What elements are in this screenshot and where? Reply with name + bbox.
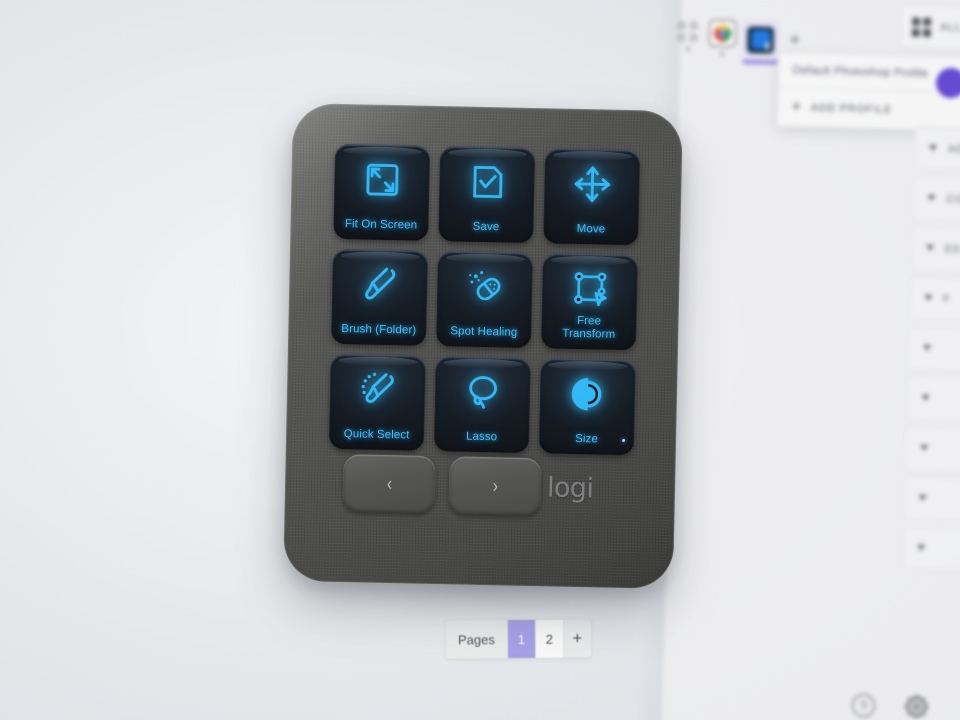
page-nav-buttons: ‹ ›	[342, 454, 542, 517]
logi-brand-logo: logi	[546, 472, 594, 505]
all-apps-button[interactable]: ALL A	[899, 4, 960, 52]
key-label: Brush (Folder)	[341, 322, 417, 337]
sidebar-section-0[interactable]: ▼ ADJ	[913, 126, 960, 175]
key-save[interactable]: Save	[438, 146, 536, 244]
grid-apps-icon	[911, 17, 932, 37]
chevron-down-icon: ▼	[924, 192, 939, 204]
add-page-button[interactable]: +	[562, 619, 592, 658]
fit-on-screen-icon	[358, 156, 405, 203]
keypad-grid: Fit On Screen Save Move Brush (Folder) S…	[328, 143, 641, 456]
pages-label: Pages	[445, 620, 508, 659]
add-profile-menu-item[interactable]: + ADD PROFILE	[777, 86, 960, 132]
page-button-1[interactable]: 1	[506, 619, 536, 659]
key-label: Lasso	[465, 430, 498, 443]
sidebar-section-2[interactable]: ▼ ED	[910, 226, 960, 274]
sidebar-section-label: ADJ	[947, 143, 960, 156]
footer-icon-group: ?	[851, 693, 960, 719]
pages-pagination: Pages 1 2 +	[445, 619, 592, 659]
all-apps-dots-button[interactable]: ▼	[677, 21, 699, 55]
chevron-down-icon: ▼	[918, 392, 933, 404]
chevron-left-icon: ‹	[386, 472, 392, 495]
sidebar-section-label: ED	[944, 243, 960, 256]
help-circle-icon[interactable]: ?	[851, 693, 876, 718]
key-size[interactable]: Size	[538, 358, 636, 456]
chevron-right-icon: ›	[492, 474, 498, 497]
chevron-down-icon: ▼	[926, 142, 940, 154]
page-button-2[interactable]: 2	[534, 619, 564, 658]
chevron-down-icon: ▼	[921, 292, 936, 304]
key-label: Size	[575, 432, 599, 446]
size-indicator-dot	[622, 438, 626, 442]
lasso-icon	[459, 369, 506, 416]
profile-dropdown-menu[interactable]: Default Photoshop Profile + ADD PROFILE	[777, 53, 960, 132]
sidebar-section-3[interactable]: ▼ F	[908, 276, 960, 324]
chevron-down-icon: ▼	[920, 342, 934, 354]
size-contrast-circle-icon	[564, 371, 611, 418]
key-brush-folder[interactable]: Brush (Folder)	[331, 248, 428, 346]
key-free-transform[interactable]: Free Transform	[540, 253, 638, 351]
chevron-down-icon: ▼	[914, 542, 928, 554]
key-label: Move	[576, 222, 606, 236]
key-lasso[interactable]: Lasso	[433, 356, 531, 453]
key-quick-select[interactable]: Quick Select	[328, 353, 426, 451]
sidebar-section-label: F	[943, 293, 952, 306]
chevron-down-icon: ▼	[917, 442, 931, 454]
app-tab-chrome[interactable]: ▼	[708, 19, 737, 59]
sidebar-section-7[interactable]: ▼	[903, 475, 960, 524]
chrome-app-icon	[708, 19, 737, 47]
move-four-arrows-icon	[568, 161, 615, 208]
key-spot-healing[interactable]: Spot Healing	[435, 251, 533, 349]
prev-page-button[interactable]: ‹	[342, 454, 436, 515]
brush-icon	[356, 261, 403, 308]
all-apps-label: ALL A	[939, 21, 960, 34]
chevron-down-icon: ▼	[718, 49, 727, 59]
sidebar-section-label: CO	[946, 193, 960, 206]
key-label: Free Transform	[562, 315, 616, 341]
chevron-down-icon: ▼	[923, 242, 937, 254]
key-label: Spot Healing	[450, 324, 518, 339]
chevron-down-icon: ▼	[683, 44, 692, 55]
add-app-button[interactable]: +	[789, 29, 801, 51]
key-label: Save	[472, 220, 500, 233]
plus-icon: +	[791, 98, 803, 116]
sidebar-section-6[interactable]: ▼	[904, 426, 960, 474]
chevron-down-icon: ▼	[915, 492, 930, 504]
photoshop-app-icon	[746, 25, 775, 54]
spot-healing-bandage-icon	[461, 264, 508, 311]
key-move[interactable]: Move	[543, 148, 641, 246]
logitech-craft-keypad: Fit On Screen Save Move Brush (Folder) S…	[283, 102, 683, 590]
sidebar-section-4[interactable]: ▼	[907, 326, 960, 374]
sidebar-section-1[interactable]: ▼ CO	[911, 176, 960, 225]
app-tab-photoshop[interactable]	[741, 19, 780, 67]
sidebar-section-5[interactable]: ▼	[905, 376, 960, 424]
next-page-button[interactable]: ›	[448, 456, 542, 517]
apps-dots-icon	[677, 21, 698, 42]
save-document-check-icon	[463, 159, 510, 206]
add-profile-label: ADD PROFILE	[810, 101, 893, 116]
free-transform-icon	[566, 266, 613, 313]
quick-select-brush-icon	[354, 366, 401, 413]
gear-icon[interactable]	[905, 695, 928, 719]
sidebar-section-8[interactable]: ▼	[901, 525, 960, 574]
screenshot-root: ▼ ▼ + ALL A	[0, 0, 960, 720]
key-label: Quick Select	[343, 427, 410, 442]
key-label: Fit On Screen	[344, 217, 418, 232]
key-fit-on-screen[interactable]: Fit On Screen	[333, 143, 431, 241]
